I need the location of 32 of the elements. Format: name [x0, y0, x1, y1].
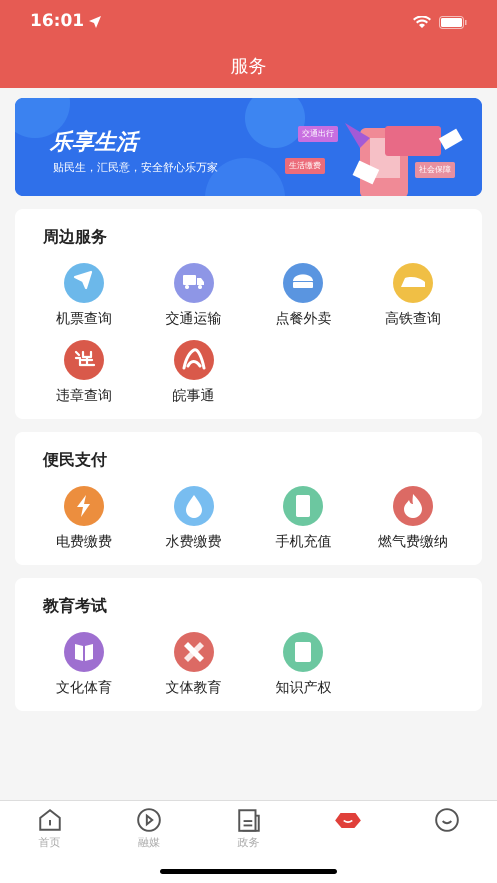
service-item[interactable]: 交通运输 — [138, 263, 248, 330]
service-item[interactable]: 知识产权 — [248, 632, 358, 699]
banner-title: 乐享生活 — [50, 126, 138, 159]
section-title: 教育考试 — [43, 595, 108, 617]
service-item[interactable]: 电费缴费 — [29, 486, 139, 553]
banner[interactable]: 乐享生活 贴民生，汇民意，安全舒心乐万家 交通出行 生活缴费 社会保障 — [15, 98, 482, 196]
service-item[interactable]: 高铁查询 — [358, 263, 468, 330]
wifi-icon — [413, 16, 431, 28]
newspaper-icon — [236, 807, 262, 833]
smile-icon — [434, 807, 460, 833]
banner-tag: 生活缴费 — [285, 158, 325, 174]
service-item[interactable]: 皖事通 — [138, 340, 248, 407]
banner-tag: 社会保障 — [415, 162, 455, 178]
banner-subtitle: 贴民生，汇民意，安全舒心乐万家 — [53, 160, 218, 176]
service-item[interactable]: 机票查询 — [29, 263, 139, 330]
service-item[interactable]: 水费缴费 — [138, 486, 248, 553]
banner-tag: 交通出行 — [298, 126, 338, 142]
battery-icon — [439, 16, 467, 28]
location-arrow-icon — [88, 15, 102, 29]
page-title: 服务 — [230, 54, 266, 78]
service-item[interactable]: 燃气费缴纳 — [358, 486, 468, 553]
section-title: 周边服务 — [43, 226, 108, 248]
home-icon — [36, 807, 63, 833]
service-item[interactable]: 文体教育 — [138, 632, 248, 699]
service-item[interactable]: 手机充值 — [248, 486, 358, 553]
lips-icon — [334, 812, 361, 828]
play-icon — [136, 807, 162, 833]
section-title: 便民支付 — [43, 449, 108, 471]
service-item[interactable]: 点餐外卖 — [248, 263, 358, 330]
service-item[interactable]: 文化体育 — [29, 632, 139, 699]
status-time: 16:01 — [30, 10, 84, 34]
service-item[interactable]: 违章查询 — [29, 340, 139, 407]
